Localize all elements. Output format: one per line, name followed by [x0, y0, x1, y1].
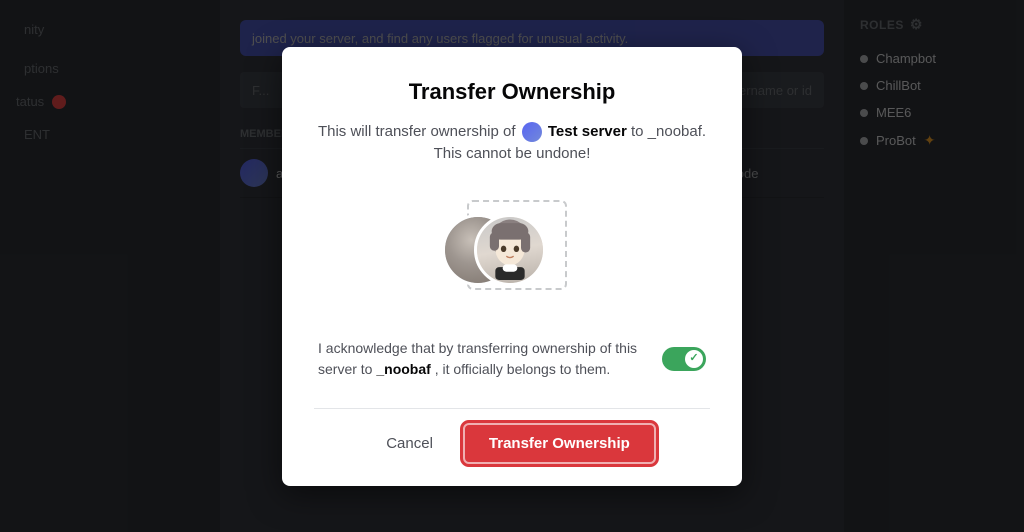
acknowledge-text: I acknowledge that by transferring owner… — [318, 338, 650, 380]
transfer-ownership-button[interactable]: Transfer Ownership — [465, 425, 654, 462]
modal-description: This will transfer ownership of Test ser… — [314, 121, 710, 166]
toggle-knob: ✓ — [685, 350, 703, 368]
cancel-button[interactable]: Cancel — [370, 425, 449, 462]
avatar-to — [474, 214, 546, 286]
server-icon — [522, 122, 542, 142]
acknowledge-row: I acknowledge that by transferring owner… — [314, 338, 710, 380]
acknowledge-toggle[interactable]: ✓ — [662, 347, 706, 371]
avatar-transfer-visual — [314, 190, 710, 310]
check-icon: ✓ — [689, 350, 698, 367]
modal-overlay: Transfer Ownership This will transfer ow… — [0, 0, 1024, 532]
modal-footer: Cancel Transfer Ownership — [314, 408, 710, 462]
transfer-ownership-modal: Transfer Ownership This will transfer ow… — [282, 47, 742, 486]
avatar-illustration — [477, 217, 543, 283]
modal-title: Transfer Ownership — [314, 79, 710, 105]
